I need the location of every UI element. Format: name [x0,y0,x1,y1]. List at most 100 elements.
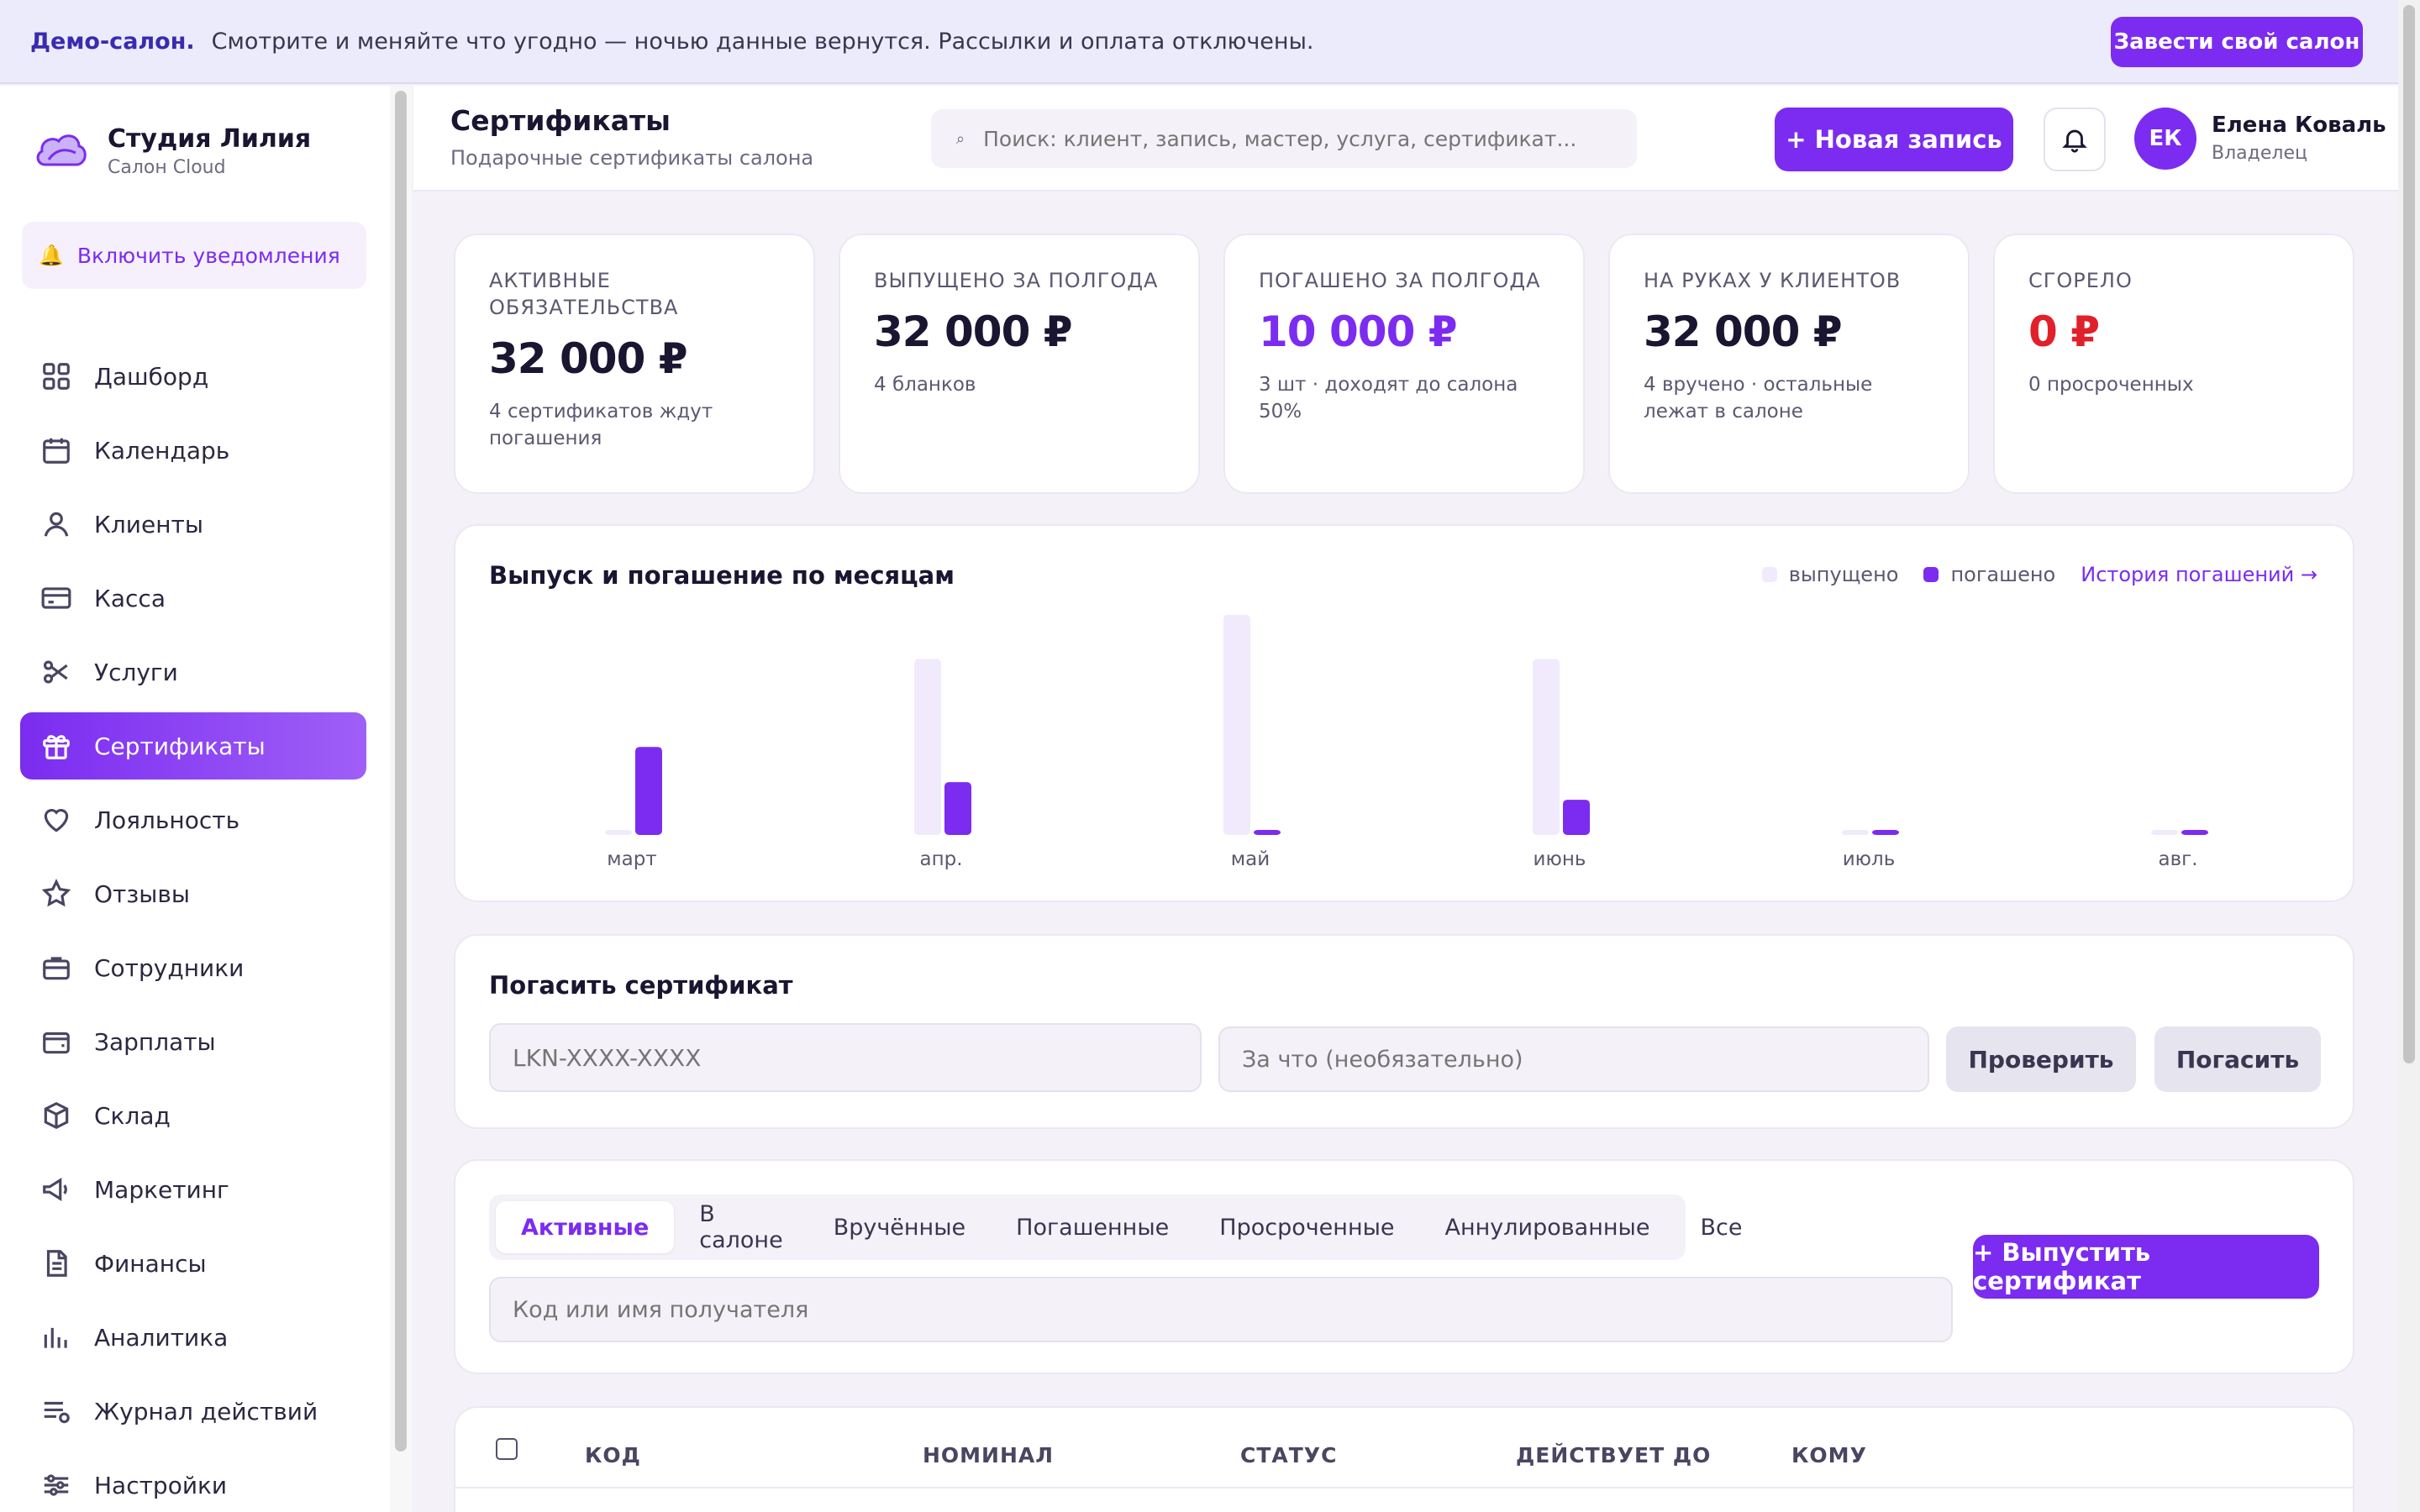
sidebar-item-label: Услуги [94,658,178,686]
tab-redeemed[interactable]: Погашенные [991,1201,1194,1253]
bar-issued-5[interactable] [2151,830,2178,835]
sidebar-item-warehouse[interactable]: Склад [20,1082,366,1149]
tab-expired[interactable]: Просроченные [1194,1201,1419,1253]
bar-redeemed-1[interactable] [944,782,971,835]
search-icon: ⌕ [956,129,965,148]
column-header-code[interactable]: КОД [585,1443,641,1467]
sidebar: Студия Лилия Салон Cloud 🔔 Включить увед… [0,86,412,1512]
sidebar-item-finance[interactable]: Финансы [20,1230,366,1297]
bar-issued-0[interactable] [605,830,632,835]
brand[interactable]: Студия Лилия Салон Cloud [34,124,311,178]
sidebar-item-activity-log[interactable]: Журнал действий [20,1378,366,1445]
sidebar-item-analytics[interactable]: Аналитика [20,1304,366,1371]
stat-label: ВЫПУЩЕНО ЗА ПОЛГОДА [874,269,1159,292]
sidebar-item-label: Сотрудники [94,953,245,982]
sidebar-item-clients[interactable]: Клиенты [20,491,366,558]
sidebar-item-label: Сертификаты [94,732,266,760]
redeem-title: Погасить сертификат [489,971,793,1000]
column-header-recipient[interactable]: КОМУ [1791,1443,1867,1467]
certificate-code-input[interactable] [489,1023,1202,1092]
certificates-table: КОД НОМИНАЛ СТАТУС ДЕЙСТВУЕТ ДО КОМУ [454,1406,2354,1512]
product-name: Салон Cloud [108,157,226,178]
global-search-input[interactable] [983,126,1623,151]
sidebar-item-label: Аналитика [94,1323,229,1352]
stat-note: 4 бланков [874,374,976,396]
page-subtitle: Подарочные сертификаты салона [450,146,814,170]
sidebar-scrollbar[interactable] [390,86,412,1512]
stat-card-active-liabilities: АКТИВНЫЕ ОБЯЗАТЕЛЬСТВА 32 000 ₽ 4 сертиф… [454,234,815,494]
document-icon [46,1250,67,1277]
select-all-checkbox[interactable] [496,1438,518,1460]
column-header-status[interactable]: СТАТУС [1240,1443,1337,1467]
stat-card-issued: ВЫПУЩЕНО ЗА ПОЛГОДА 32 000 ₽ 4 бланков [839,234,1200,494]
bar-redeemed-2[interactable] [1254,830,1281,835]
sidebar-item-staff[interactable]: Сотрудники [20,934,366,1001]
stat-note: 4 вручено · остальные лежат в салоне [1644,374,1873,423]
heart-icon [44,809,69,832]
sidebar-item-salaries[interactable]: Зарплаты [20,1008,366,1075]
bar-issued-2[interactable] [1223,615,1250,835]
bar-redeemed-4[interactable] [1872,830,1899,835]
certificate-search-input[interactable] [489,1277,1953,1342]
stat-label: НА РУКАХ У КЛИЕНТОВ [1644,269,1902,292]
stat-note: 0 просроченных [2028,374,2194,396]
sidebar-item-label: Отзывы [94,879,190,908]
sidebar-item-settings[interactable]: Настройки [20,1452,366,1512]
wallet-icon [43,1032,70,1054]
redeem-certificate-button[interactable]: Погасить [2154,1026,2321,1092]
user-name: Елена Коваль [2212,113,2386,138]
bar-issued-1[interactable] [914,659,941,835]
tab-active[interactable]: Активные [496,1201,675,1253]
enable-notifications-button[interactable]: 🔔 Включить уведомления [22,222,366,289]
sidebar-item-certificates[interactable]: Сертификаты [20,712,366,780]
page-scrollbar-thumb[interactable] [2403,5,2415,1063]
new-appointment-button[interactable]: + Новая запись [1775,108,2013,171]
sidebar-item-dashboard[interactable]: Дашборд [20,343,366,410]
sidebar-item-label: Маркетинг [94,1175,229,1204]
list-icon [44,1401,70,1424]
tab-all[interactable]: Все [1675,1201,1767,1253]
stat-value: 10 000 ₽ [1259,307,1458,356]
sidebar-scrollbar-thumb[interactable] [395,91,407,1452]
sidebar-item-calendar[interactable]: Календарь [20,417,366,484]
monthly-bar-chart: март апр. май июнь июль авг. [605,615,2208,870]
cloud-logo-icon [36,134,87,166]
page-scrollbar[interactable] [2398,0,2420,1512]
notifications-button[interactable] [2044,108,2106,171]
bar-issued-4[interactable] [1842,830,1869,835]
stat-value: 32 000 ₽ [874,307,1073,356]
bell-emoji-icon: 🔔 [39,244,64,267]
issue-certificate-button[interactable]: + Выпустить сертификат [1973,1235,2319,1299]
demo-banner-text: Смотрите и меняйте что угодно — ночью да… [211,28,1314,55]
tab-in-salon[interactable]: В салоне [674,1201,808,1253]
bar-redeemed-3[interactable] [1563,800,1590,835]
monthly-chart-card: Выпуск и погашение по месяцам выпущено п… [454,524,2354,902]
bar-redeemed-0[interactable] [635,747,662,835]
sidebar-item-services[interactable]: Услуги [20,638,366,706]
sidebar-item-cashbox[interactable]: Касса [20,564,366,632]
stat-value: 0 ₽ [2028,307,2100,356]
global-search[interactable]: ⌕ [931,109,1637,168]
bar-redeemed-5[interactable] [2181,830,2208,835]
sidebar-item-marketing[interactable]: Маркетинг [20,1156,366,1223]
check-certificate-button[interactable]: Проверить [1946,1026,2136,1092]
column-header-valid-until[interactable]: ДЕЙСТВУЕТ ДО [1516,1443,1711,1467]
avatar[interactable]: ЕК [2134,108,2196,170]
tab-cancelled[interactable]: Аннулированные [1420,1201,1676,1253]
sidebar-item-label: Зарплаты [94,1027,216,1056]
redeem-reason-input[interactable] [1218,1026,1929,1092]
tab-handed-over[interactable]: Вручённые [808,1201,991,1253]
create-salon-button[interactable]: Завести свой салон [2111,17,2363,67]
certificate-filter-card: Активные В салоне Вручённые Погашенные П… [454,1159,2354,1374]
user-icon [44,512,69,537]
bar-issued-3[interactable] [1533,659,1560,835]
bell-icon [2062,129,2087,153]
sidebar-item-reviews[interactable]: Отзывы [20,860,366,927]
stat-label: АКТИВНЫЕ ОБЯЗАТЕЛЬСТВА [489,269,679,319]
column-header-nominal[interactable]: НОМИНАЛ [923,1443,1054,1467]
stat-value: 32 000 ₽ [489,334,688,383]
sidebar-item-loyalty[interactable]: Лояльность [20,786,366,853]
stat-value: 32 000 ₽ [1644,307,1843,356]
salon-name: Студия Лилия [108,124,312,154]
sidebar-item-label: Касса [94,584,166,612]
